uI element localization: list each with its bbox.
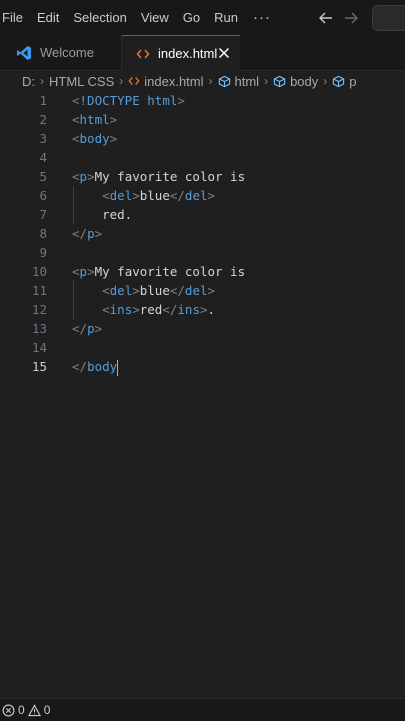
line-number: 9 (39, 245, 47, 260)
code-line[interactable]: 9 (0, 243, 405, 262)
line-number: 2 (39, 112, 47, 127)
code-line[interactable]: 5 <p>My favorite color is (0, 167, 405, 186)
code-text: <!DOCTYPE html> (72, 93, 185, 108)
tab-label: index.html (158, 46, 218, 61)
breadcrumb-label: D: (22, 73, 35, 89)
chevron-right-icon: › (323, 74, 328, 88)
breadcrumb-label: HTML CSS (49, 73, 115, 89)
code-line[interactable]: 12 <ins>red</ins>. (0, 300, 405, 319)
code-line[interactable]: 4 (0, 148, 405, 167)
code-text: </p> (72, 226, 103, 241)
chevron-right-icon: › (40, 74, 44, 88)
code-text: </body (72, 359, 119, 376)
more-menu-button[interactable]: ··· (245, 9, 279, 26)
menu-view[interactable]: View (134, 0, 176, 35)
warning-icon (27, 703, 41, 716)
tab-bar: Welcome index.html (0, 35, 405, 71)
breadcrumb-p[interactable]: p (332, 73, 357, 89)
menu-file[interactable]: File (0, 0, 30, 35)
code-line[interactable]: 11 <del>blue</del> (0, 281, 405, 300)
html-file-icon (136, 47, 150, 61)
breadcrumb-label: body (290, 73, 319, 89)
status-bar: 0 0 (0, 698, 405, 721)
breadcrumb-label: html (234, 73, 260, 89)
line-number: 6 (39, 188, 47, 203)
code-line[interactable]: 1 <!DOCTYPE html> (0, 91, 405, 110)
close-tab-icon[interactable] (216, 45, 232, 61)
code-line[interactable]: 14 (0, 338, 405, 357)
error-icon (2, 704, 15, 716)
code-text: </p> (72, 321, 103, 336)
menu-run[interactable]: Run (207, 0, 245, 35)
line-number: 1 (39, 93, 47, 108)
code-text: <p>My favorite color is (72, 169, 246, 184)
back-arrow-icon[interactable] (317, 9, 335, 27)
chevron-right-icon: › (264, 74, 269, 88)
menu-selection[interactable]: Selection (66, 0, 133, 35)
line-number: 13 (31, 321, 47, 336)
code-line[interactable]: 15 </body (0, 357, 405, 376)
code-line[interactable]: 8 </p> (0, 224, 405, 243)
menu-bar: File Edit Selection View Go Run ··· (0, 0, 405, 35)
line-number: 15 (31, 359, 47, 374)
breadcrumb-label: p (349, 73, 357, 89)
line-number: 5 (39, 169, 47, 184)
chevron-right-icon: › (208, 74, 213, 88)
line-number: 7 (39, 207, 47, 222)
element-cube-icon (218, 75, 231, 88)
html-file-icon (128, 75, 140, 87)
breadcrumb-file[interactable]: index.html (128, 73, 204, 89)
line-number: 12 (31, 302, 47, 317)
code-line[interactable]: 6 <del>blue</del> (0, 186, 405, 205)
line-number: 14 (31, 340, 47, 355)
menu-edit[interactable]: Edit (30, 0, 66, 35)
code-text: <del>blue</del> (102, 283, 216, 298)
chevron-right-icon: › (119, 74, 124, 88)
code-text: red. (72, 207, 133, 222)
code-line[interactable]: 3 <body> (0, 129, 405, 148)
command-center-search[interactable] (372, 5, 405, 31)
breadcrumb-html[interactable]: html (218, 73, 260, 89)
element-cube-icon (273, 75, 286, 88)
breadcrumb: D: › HTML CSS › index.html › html › body… (0, 70, 405, 92)
code-text: <body> (72, 131, 118, 146)
breadcrumb-label: index.html (144, 73, 204, 89)
vscode-logo-icon (16, 45, 32, 61)
error-count: 0 (18, 703, 25, 717)
warning-count: 0 (43, 703, 51, 717)
code-text: <ins>red</ins>. (102, 302, 216, 317)
breadcrumb-drive[interactable]: D: (22, 74, 35, 89)
code-text: <del>blue</del> (102, 188, 216, 203)
element-cube-icon (332, 75, 345, 88)
tab-welcome[interactable]: Welcome (0, 35, 122, 70)
code-editor[interactable]: 1 <!DOCTYPE html> 2 <html> 3 <body> 4 5 <p>My fa… (0, 91, 405, 691)
menu-go[interactable]: Go (176, 0, 207, 35)
line-number: 8 (39, 226, 47, 241)
line-number: 3 (39, 131, 47, 146)
line-number: 11 (31, 283, 47, 298)
forward-arrow-icon[interactable] (342, 9, 360, 27)
code-line[interactable]: 7 red. (0, 205, 405, 224)
code-line[interactable]: 2 <html> (0, 110, 405, 129)
breadcrumb-body[interactable]: body (273, 74, 318, 89)
breadcrumb-folder[interactable]: HTML CSS (49, 74, 114, 89)
code-text: <p>My favorite color is (72, 264, 246, 279)
line-number: 4 (39, 150, 47, 165)
tab-index-html[interactable]: index.html (122, 35, 240, 71)
line-number: 10 (31, 264, 47, 279)
code-text: <html> (72, 112, 118, 127)
code-line[interactable]: 10 <p>My favorite color is (0, 262, 405, 281)
tab-label: Welcome (40, 45, 94, 60)
text-cursor (117, 359, 119, 376)
problems-status[interactable]: 0 0 (2, 703, 50, 717)
code-line[interactable]: 13 </p> (0, 319, 405, 338)
